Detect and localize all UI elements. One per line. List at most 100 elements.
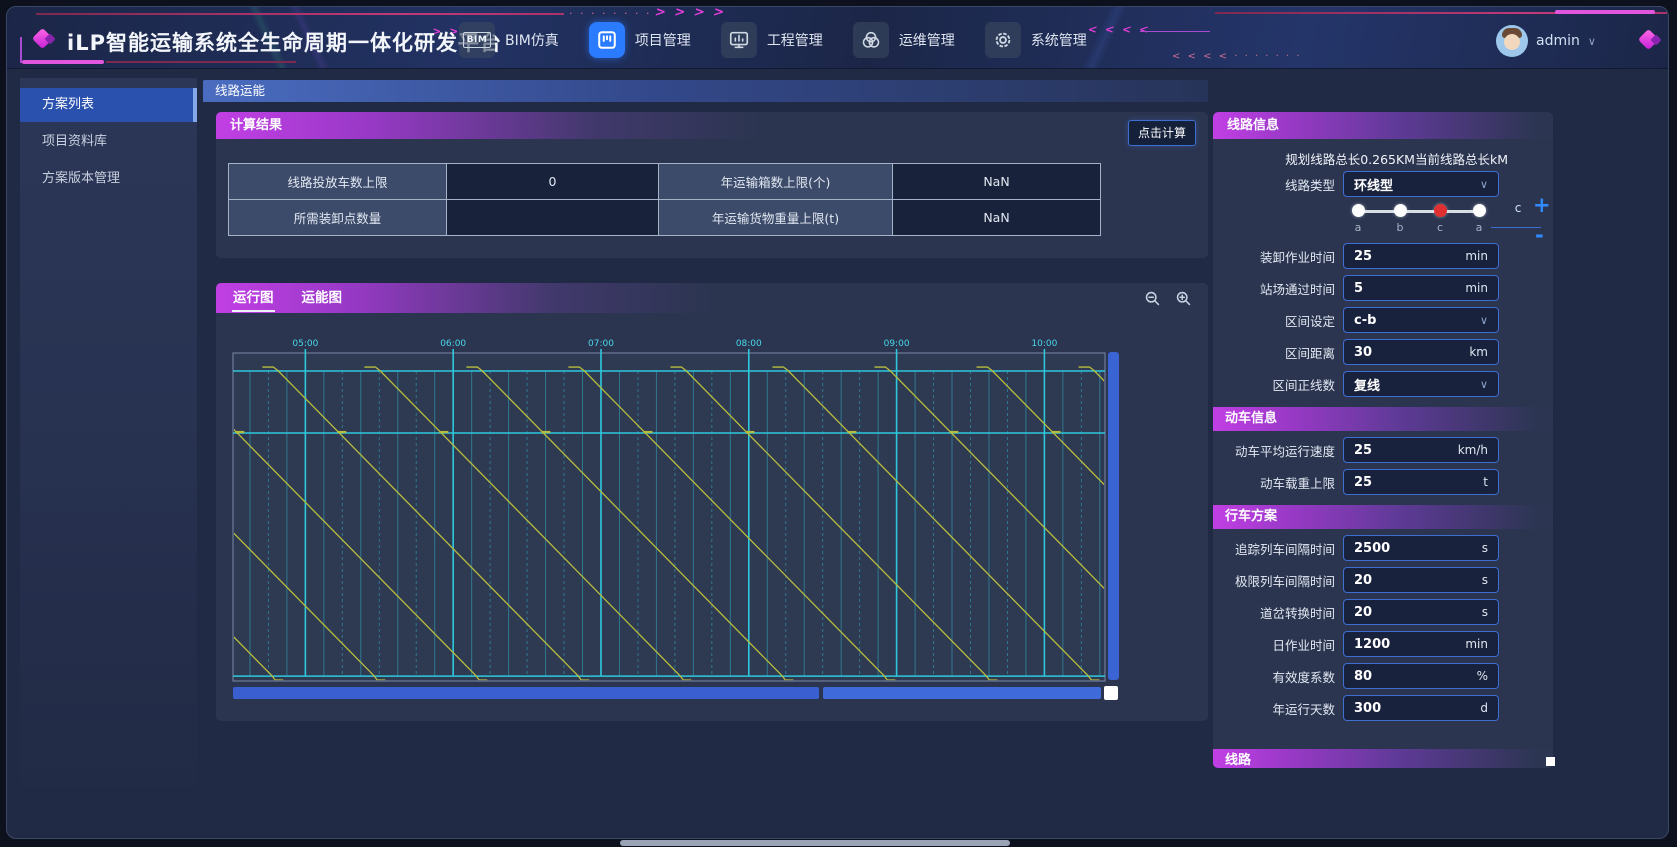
time-tick-label: 05:00 <box>292 339 318 349</box>
nav-item-project[interactable]: 项目管理 <box>589 22 691 58</box>
field-value: 1200 <box>1354 637 1390 652</box>
sidebar: 方案列表项目资料库方案版本管理 <box>20 78 197 788</box>
operations-icon <box>853 22 889 58</box>
time-tick-label: 09:00 <box>884 339 910 349</box>
tracking-interval-field[interactable]: 2500s <box>1343 535 1499 561</box>
chart-panel-header: 运行图运能图 <box>216 283 1208 313</box>
limit-interval-field[interactable]: 20s <box>1343 567 1499 593</box>
daily-work-time-field[interactable]: 1200 min <box>1343 631 1499 657</box>
train-diagram-chart: 05:0006:0007:0008:0009:0010:00 <box>232 337 1106 686</box>
page-horizontal-scrollbar[interactable] <box>620 840 1010 846</box>
deco-dots-top: · · · · · · · · <box>569 7 651 20</box>
section-header-driving-plan: 行车方案 <box>1213 505 1553 529</box>
line-type-select[interactable]: 环线型∨ <box>1343 171 1499 197</box>
field-value: 300 <box>1354 701 1381 716</box>
field-label: 装卸作业时间 <box>1217 247 1343 266</box>
chart-horizontal-scrollbar-left[interactable] <box>233 687 819 699</box>
results-table: 线路投放车数上限0年运输箱数上限(个)NaN所需装卸点数量年运输货物重量上限(t… <box>229 164 1103 236</box>
load-unload-time-field[interactable]: 25min <box>1343 243 1499 269</box>
bim-badge: BIM <box>463 32 492 48</box>
field-label: 年运行天数 <box>1217 699 1343 718</box>
user-name: admin <box>1536 33 1580 49</box>
page-tab-line-capacity[interactable]: 线路运能 <box>203 80 1208 102</box>
station-dot-a[interactable] <box>1473 204 1486 217</box>
line-info-panel: 线路信息 规划线路总长0.265KM当前线路总长kM 线路类型环线型∨abcac… <box>1213 112 1553 768</box>
section-header-train-info: 动车信息 <box>1213 407 1553 431</box>
deco-line-top-right <box>1215 12 1667 14</box>
field-unit: min <box>1465 249 1488 263</box>
station-dot-c[interactable] <box>1434 204 1447 217</box>
user-menu[interactable]: admin ∨ <box>1496 25 1596 57</box>
station-sequence-widget: abcac+- <box>1213 199 1553 237</box>
nav-item-engineering[interactable]: 工程管理 <box>721 22 823 58</box>
station-dot-b[interactable] <box>1394 204 1407 217</box>
field-label: 道岔转换时间 <box>1217 603 1343 622</box>
efficiency-factor-field[interactable]: 80% <box>1343 663 1499 689</box>
station-label: a <box>1469 221 1489 234</box>
chart-horizontal-scrollbar-thumb[interactable] <box>1104 686 1118 700</box>
nav-item-system[interactable]: 系统管理 <box>985 22 1087 58</box>
sidebar-item-0[interactable]: 方案列表 <box>20 88 197 122</box>
line-info-form: 线路类型环线型∨abcac+-装卸作业时间25min站场通过时间5min区间设定… <box>1213 171 1553 768</box>
field-label: 动车平均运行速度 <box>1217 441 1343 460</box>
zoom-out-icon[interactable] <box>1144 290 1161 307</box>
field-unit: min <box>1465 637 1488 651</box>
field-value: 80 <box>1354 669 1372 684</box>
field-label: 极限列车间隔时间 <box>1217 571 1343 590</box>
section-distance-field[interactable]: 30km <box>1343 339 1499 365</box>
bim-icon: BIM <box>459 22 495 58</box>
time-tick-label: 07:00 <box>588 339 614 349</box>
chart-tab-1[interactable]: 运能图 <box>301 284 344 312</box>
chevron-down-icon: ∨ <box>1480 314 1488 327</box>
chart-vertical-scrollbar[interactable] <box>1108 352 1119 680</box>
field-unit: min <box>1465 281 1488 295</box>
nav-item-bim[interactable]: BIMBIM仿真 <box>459 22 559 58</box>
field-value: 20 <box>1354 573 1372 588</box>
nav-item-operations[interactable]: 运维管理 <box>853 22 955 58</box>
section-header-partial-next-section: 线路 <box>1213 749 1553 768</box>
result-label-cell: 所需装卸点数量 <box>228 199 447 236</box>
project-icon <box>589 22 625 58</box>
deco-line-top-left <box>36 13 564 15</box>
field-label: 区间设定 <box>1217 311 1343 330</box>
calculate-button[interactable]: 点击计算 <box>1128 120 1196 146</box>
field-unit: % <box>1477 669 1488 683</box>
line-length-summary: 规划线路总长0.265KM当前线路总长kM <box>1213 149 1508 165</box>
train-load-limit-field[interactable]: 25t <box>1343 469 1499 495</box>
form-row-switch-time: 道岔转换时间20s <box>1217 599 1553 625</box>
form-row-train-avg-speed: 动车平均运行速度25km/h <box>1217 437 1553 463</box>
field-value: 环线型 <box>1354 175 1393 194</box>
switch-time-field[interactable]: 20s <box>1343 599 1499 625</box>
station-pass-time-field[interactable]: 5min <box>1343 275 1499 301</box>
form-row-tracking-interval: 追踪列车间隔时间2500s <box>1217 535 1553 561</box>
section-main-lines-select[interactable]: 复线∨ <box>1343 371 1499 397</box>
panel-resize-handle[interactable] <box>1546 757 1555 766</box>
chart-tab-0[interactable]: 运行图 <box>232 284 275 312</box>
chevron-down-icon: ∨ <box>1588 35 1596 48</box>
zoom-in-icon[interactable] <box>1175 290 1192 307</box>
app-title: iLP智能运输系统全生命周期一体化研发平台 <box>67 27 502 57</box>
remove-station-button[interactable]: - <box>1535 223 1544 247</box>
field-label: 有效度系数 <box>1217 667 1343 686</box>
nav-label: 运维管理 <box>899 30 955 50</box>
form-row-station-pass-time: 站场通过时间5min <box>1217 275 1553 301</box>
nav-label: 系统管理 <box>1031 30 1087 50</box>
section-setting-select[interactable]: c-b∨ <box>1343 307 1499 333</box>
annual-days-field[interactable]: 300d <box>1343 695 1499 721</box>
station-label: b <box>1390 221 1410 234</box>
sidebar-item-1[interactable]: 项目资料库 <box>20 125 197 159</box>
field-value: 25 <box>1354 475 1372 490</box>
sidebar-item-2[interactable]: 方案版本管理 <box>20 162 197 196</box>
add-station-button[interactable]: + <box>1533 193 1551 217</box>
train-avg-speed-field[interactable]: 25km/h <box>1343 437 1499 463</box>
chart-panel: 运行图运能图 05:0006:0007:0008:0009:0010:00 <box>216 283 1208 721</box>
station-label: c <box>1430 221 1450 234</box>
user-avatar <box>1496 25 1528 57</box>
chart-tabs: 运行图运能图 <box>232 284 369 312</box>
topbar: · · · · · · · · > > > > > > < < < < < < … <box>7 7 1668 69</box>
field-unit: s <box>1482 605 1488 619</box>
station-dot-a[interactable] <box>1352 204 1365 217</box>
field-value: 复线 <box>1354 375 1380 394</box>
deco-vertical-accent <box>20 37 22 63</box>
chart-horizontal-scrollbar-right[interactable] <box>823 687 1101 699</box>
